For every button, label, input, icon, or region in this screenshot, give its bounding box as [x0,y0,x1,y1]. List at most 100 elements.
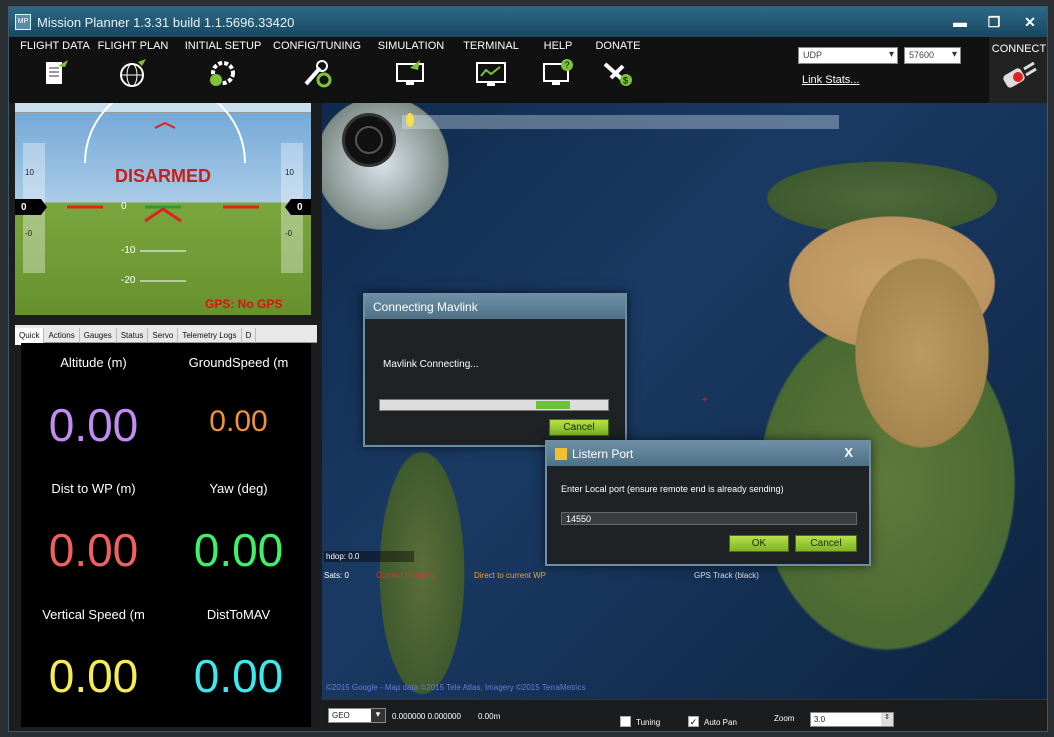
vertical-speed-label: Vertical Speed (m [42,607,145,622]
globe-icon [120,59,146,87]
dist-to-mav-value[interactable]: 0.00 [166,649,311,703]
vertical-speed-value[interactable]: 0.00 [21,649,166,703]
tuning-checkbox[interactable] [620,716,631,727]
port-prompt: Enter Local port (ensure remote end is a… [561,484,784,494]
dialog-header: Listern Port X [547,442,869,466]
home-marker-icon: + [702,395,708,406]
menu-label: DONATE [595,40,641,52]
plug-icon [1003,61,1037,88]
coordinates-readout: 0.000000 0.000000 [392,712,461,721]
baud-rate-select[interactable]: 57600 [904,47,961,64]
airspeed-tick: -0 [25,229,33,238]
plane-dollar-icon: $ [603,62,632,86]
yaw-value[interactable]: 0.00 [166,523,311,577]
zoom-stepper[interactable]: 3.0 ⇕ [810,712,894,727]
cancel-connect-button[interactable]: Cancel [549,419,609,436]
legend-gps-track: GPS Track (black) [694,571,759,580]
coord-type-select[interactable]: GEO ▾ [328,708,386,723]
link-stats-link[interactable]: Link Stats... [802,74,859,86]
autopan-label: Auto Pan [704,718,737,727]
coord-type-value: GEO [332,711,350,720]
pitch-label: -10 [121,245,136,256]
gps-status: GPS: No GPS [205,297,283,311]
terminal-icon [476,62,506,86]
pitch-label: -20 [121,275,136,286]
gps-marker-icon [406,113,414,127]
wrench-gear-icon [304,60,332,88]
dist-to-wp-label: Dist to WP (m) [51,481,136,496]
altitude-tick: 10 [285,168,294,177]
menu-label: INITIAL SETUP [184,40,262,52]
altitude-value[interactable]: 0.00 [21,398,166,452]
map-attribution: ©2015 Google - Map data ©2015 Tele Atlas… [326,683,586,692]
legend-direct-wp: Direct to current WP [474,571,547,580]
tuning-label: Tuning [636,718,661,727]
pitch-label: 0 [121,201,127,212]
ok-button[interactable]: OK [729,535,789,552]
altitude-box: 0 [297,202,303,213]
app-logo-icon: MP [15,14,31,30]
title-bar: MP Mission Planner 1.3.31 build 1.1.5696… [9,7,1047,37]
connect-label: CONNECT [991,43,1047,55]
stepper-arrows-icon[interactable]: ⇕ [881,713,893,726]
flight-data-icon [46,60,68,84]
close-button[interactable]: ✕ [1015,11,1045,33]
dialog-title: Listern Port [572,447,634,461]
airspeed-box: 0 [21,202,27,213]
svg-text:?: ? [565,60,570,70]
menu-flight-data[interactable]: FLIGHT DATA [17,40,93,88]
legend-heading: Current Heading [376,571,435,580]
listen-port-dialog: Listern Port X Enter Local port (ensure … [545,440,871,566]
zoom-label: Zoom [774,714,795,723]
connect-button[interactable]: CONNECT [989,37,1047,103]
hud-attitude-indicator: DISARMED 0 -10 -20 0 0 10 -0 10 -0 GPS: … [15,103,311,315]
dialog-title: Connecting Mavlink [365,295,625,319]
chevron-down-icon: ▾ [371,709,385,722]
altitude-readout: 0.00m [478,712,501,721]
menu-label: CONFIG/TUNING [273,40,361,52]
zoom-value: 3.0 [814,715,826,724]
monitor-plane-icon [396,60,424,85]
menu-donate[interactable]: DONATE $ [587,40,649,88]
monitor-help-icon: ? [543,59,573,85]
app-icon [555,448,567,460]
connecting-mavlink-dialog: Connecting Mavlink Mavlink Connecting...… [363,293,627,447]
menu-simulation[interactable]: SIMULATION [375,40,447,88]
connection-progress-bar [379,399,609,411]
svg-text:$: $ [623,76,628,86]
minimize-button[interactable]: ▬ [945,11,975,33]
airspeed-tick: 10 [25,168,34,177]
menu-terminal[interactable]: TERMINAL [459,40,523,88]
groundspeed-value[interactable]: 0.00 [166,405,311,439]
connection-type-select[interactable]: UDP [798,47,898,64]
mission-planner-window: MP Mission Planner 1.3.31 build 1.1.5696… [8,6,1048,732]
compass-icon [342,113,396,167]
menu-label: FLIGHT PLAN [97,40,169,52]
close-dialog-button[interactable]: X [844,445,853,460]
yaw-label: Yaw (deg) [209,481,268,496]
main-menu: FLIGHT DATA FLIGHT PLAN INITIAL SETUP CO… [9,37,1047,103]
menu-flight-plan[interactable]: FLIGHT PLAN [95,40,171,88]
sats-readout: Sats: 0 [324,571,349,580]
menu-label: FLIGHT DATA [20,40,90,52]
menu-help[interactable]: HELP ? [533,40,583,88]
port-input[interactable]: 14550 [561,512,857,525]
maximize-button[interactable]: ❐ [979,11,1009,33]
altitude-label: Altitude (m) [60,355,127,370]
progress-fill [536,401,570,409]
connecting-message: Mavlink Connecting... [383,359,479,370]
menu-initial-setup[interactable]: INITIAL SETUP [181,40,265,88]
cancel-port-button[interactable]: Cancel [795,535,857,552]
menu-label: HELP [543,40,573,52]
groundspeed-label: GroundSpeed (m [188,355,289,370]
map-bottom-toolbar: GEO ▾ 0.000000 0.000000 0.00m Tuning ✓ Au… [322,699,1047,731]
window-title: Mission Planner 1.3.31 build 1.1.5696.33… [37,15,295,30]
menu-label: TERMINAL [463,40,519,52]
dist-to-wp-value[interactable]: 0.00 [21,523,166,577]
hdop-readout: hdop: 0.0 [324,551,414,562]
autopan-checkbox[interactable]: ✓ [688,716,699,727]
menu-config-tuning[interactable]: CONFIG/TUNING [273,40,361,88]
flight-data-tabs: Quick Actions Gauges Status Servo Telemetry L… [15,325,317,345]
hud-graphics [15,103,311,282]
gear-download-icon [210,61,235,86]
